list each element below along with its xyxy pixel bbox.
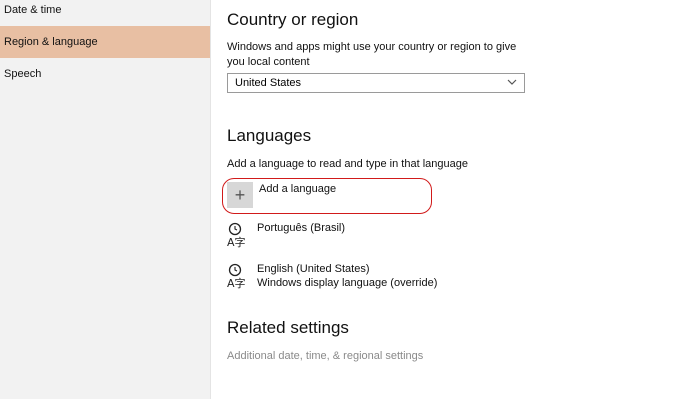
- sidebar-nav: Date & time Region & language Speech: [0, 0, 211, 399]
- languages-description: Add a language to read and type in that …: [227, 158, 468, 170]
- language-name-text: English (United States): [257, 263, 370, 275]
- red-highlight-annotation: [222, 178, 432, 214]
- country-dropdown[interactable]: United States: [227, 73, 525, 93]
- country-dropdown-value: United States: [235, 77, 302, 89]
- additional-settings-link[interactable]: Additional date, time, & regional settin…: [227, 349, 423, 364]
- language-icon: A字: [227, 222, 246, 248]
- related-settings-heading: Related settings: [227, 318, 349, 337]
- language-name: Português (Brasil): [257, 222, 346, 234]
- sidebar-item-date-time[interactable]: Date & time: [0, 0, 210, 26]
- sidebar-item-speech[interactable]: Speech: [0, 58, 210, 90]
- language-detail: Windows display language (override): [257, 277, 438, 289]
- svg-text:A字: A字: [227, 235, 246, 248]
- language-item-portuguese[interactable]: A字 Português (Brasil): [227, 222, 527, 252]
- country-description: Windows and apps might use your country …: [227, 41, 517, 68]
- language-item-english[interactable]: A字 English (United States) Windows displ…: [227, 263, 527, 293]
- chevron-down-icon: [507, 79, 517, 85]
- language-name: English (United States) Windows display …: [257, 262, 437, 290]
- sidebar-item-region-language[interactable]: Region & language: [0, 26, 210, 58]
- languages-heading: Languages: [227, 126, 312, 145]
- language-icon: A字: [227, 263, 246, 289]
- country-heading: Country or region: [227, 10, 359, 29]
- svg-text:A字: A字: [227, 276, 246, 289]
